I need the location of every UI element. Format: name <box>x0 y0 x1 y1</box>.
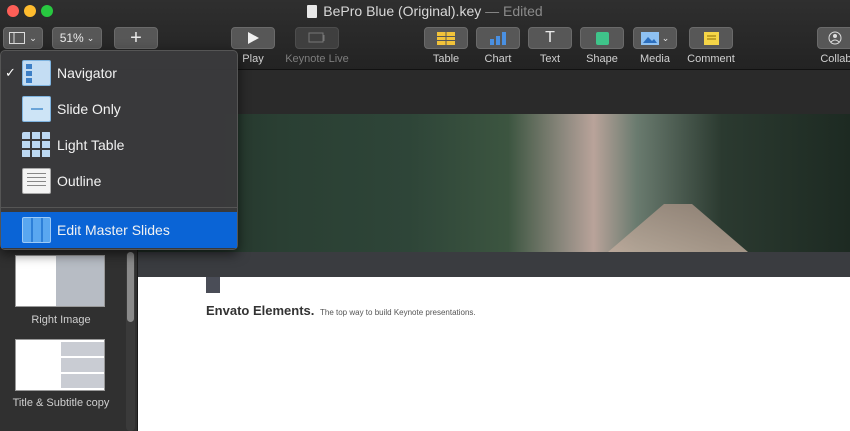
thumbnail-row <box>61 342 104 356</box>
comment-label: Comment <box>687 53 735 65</box>
comment-icon <box>703 31 719 45</box>
text-icon: T <box>545 29 555 46</box>
slide-body[interactable] <box>138 277 850 431</box>
slide-tagline: The top way to build Keynote presentatio… <box>320 308 476 317</box>
slide-navigator: Right Image Title & Subtitle copy <box>0 248 138 431</box>
slide-thumbnail-right-image[interactable] <box>15 255 105 307</box>
sidebar-view-icon <box>9 32 26 44</box>
thumbnail-row <box>61 358 104 372</box>
keynote-live-label: Keynote Live <box>285 53 349 65</box>
edit-master-slides-icon <box>22 217 51 243</box>
chevron-down-icon: ⌄ <box>29 32 37 43</box>
menu-separator <box>1 207 237 208</box>
keynote-live-button[interactable] <box>295 27 339 49</box>
checkmark-icon: ✓ <box>5 65 16 80</box>
navigator-scrollbar[interactable] <box>126 252 135 431</box>
menu-item-edit-master-slides[interactable]: Edit Master Slides <box>1 212 237 248</box>
navigator-icon <box>22 60 51 86</box>
view-menu-button[interactable]: ⌄ <box>3 27 43 49</box>
shape-button[interactable] <box>580 27 624 49</box>
thumbnail-image-area <box>56 256 104 306</box>
forest-path <box>608 204 748 252</box>
window-title: BePro Blue (Original).key — Edited <box>0 3 850 19</box>
chevron-down-icon: ⌄ <box>661 32 670 43</box>
menu-item-outline[interactable]: Outline <box>1 163 237 199</box>
outline-icon <box>22 168 51 194</box>
add-slide-button[interactable]: + <box>114 27 158 49</box>
menu-item-label: Slide Only <box>57 101 121 117</box>
table-icon <box>437 31 455 45</box>
menu-item-label: Outline <box>57 173 102 189</box>
light-table-icon <box>22 132 51 158</box>
keynote-document-icon <box>307 5 318 18</box>
table-button[interactable] <box>424 27 468 49</box>
forest-path-image[interactable] <box>138 114 850 252</box>
slide-thumbnail-title-subtitle[interactable] <box>15 339 105 391</box>
media-button[interactable]: ⌄ <box>633 27 677 49</box>
thumbnail-row <box>61 374 104 388</box>
menu-item-navigator[interactable]: ✓ Navigator <box>1 55 237 91</box>
collaborate-label: Collabo <box>820 53 850 65</box>
collaborate-icon <box>828 31 842 45</box>
edited-status: — Edited <box>485 3 543 19</box>
keynote-live-icon <box>308 32 325 43</box>
collaborate-button[interactable] <box>817 27 850 49</box>
slide-caption[interactable]: Envato Elements. The top way to build Ke… <box>206 303 476 318</box>
menu-item-label: Edit Master Slides <box>57 222 170 238</box>
menu-item-label: Light Table <box>57 137 125 153</box>
zoom-value: 51% <box>59 31 84 45</box>
slide-top-strip <box>138 70 850 114</box>
menu-item-label: Navigator <box>57 65 117 81</box>
thumbnail-label: Title & Subtitle copy <box>12 397 110 409</box>
slide-band <box>138 252 850 277</box>
play-button[interactable] <box>231 27 275 49</box>
chart-button[interactable] <box>476 27 520 49</box>
view-menu: ✓ Navigator Slide Only Light Table Outli… <box>0 50 238 250</box>
play-icon <box>248 32 259 44</box>
comment-button[interactable] <box>689 27 733 49</box>
chart-icon <box>490 31 506 45</box>
shape-icon <box>595 31 609 45</box>
menu-item-slide-only[interactable]: Slide Only <box>1 91 237 127</box>
thumbnail-label: Right Image <box>31 314 91 326</box>
menu-item-light-table[interactable]: Light Table <box>1 127 237 163</box>
text-button[interactable]: T <box>528 27 572 49</box>
slide-heading: Envato Elements. <box>206 303 315 318</box>
slide-accent-block <box>206 277 220 293</box>
slide-only-icon <box>22 96 51 122</box>
chevron-down-icon: ⌄ <box>86 32 95 43</box>
plus-icon: + <box>130 26 142 49</box>
scrollbar-knob[interactable] <box>127 252 134 322</box>
media-icon <box>640 31 659 45</box>
document-name: BePro Blue (Original).key <box>323 3 482 19</box>
zoom-menu-button[interactable]: 51% ⌄ <box>52 27 102 49</box>
